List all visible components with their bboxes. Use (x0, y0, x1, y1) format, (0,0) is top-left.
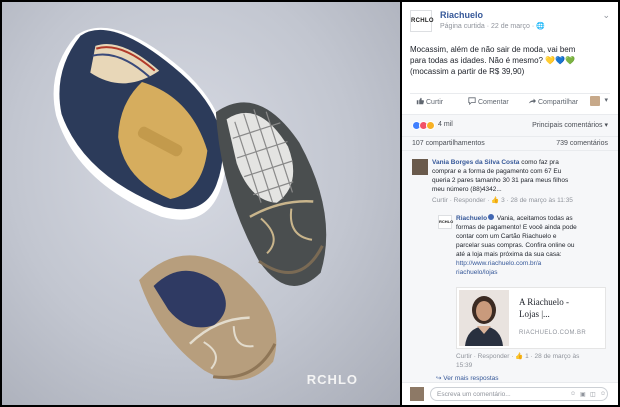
brand-watermark: RCHLO (306, 372, 358, 387)
post-header: RCHLO Riachuelo Página curtida · 22 de m… (410, 10, 610, 36)
comment-composer: ☺ ▣ ◫ ☺ (402, 382, 618, 405)
post-text-line: Mocassim, além de não sair de moda, vai … (410, 45, 576, 54)
post-text-line: (mocassim a partir de R$ 39,90) (410, 67, 525, 76)
share-as-avatar[interactable] (590, 96, 600, 106)
reply-url-link[interactable]: http://www.riachuelo.com.br/a (456, 259, 612, 268)
reply-page-avatar[interactable]: RCHLO (438, 215, 453, 229)
comment-button[interactable]: Comentar (468, 97, 509, 106)
preview-domain: RIACHUELO.COM.BR (519, 330, 587, 336)
comment-bubble-icon (468, 97, 476, 105)
shoes-illustration (53, 27, 327, 381)
post-photo[interactable]: RCHLO (2, 2, 400, 405)
reply-text-line: contar com um Cartão Riachuelo e (456, 233, 557, 240)
reply-url-link-cont[interactable]: riachuelo/lojas (456, 268, 612, 277)
post-meta: Página curtida · 22 de março · 🌐 (440, 23, 545, 30)
comment-text-line: meu número (88)4342... (432, 186, 502, 193)
comment-text-line: como faz pra (521, 159, 559, 166)
reply-text-line: até a loja mais próxima da sua casa: (456, 251, 562, 258)
post-menu-chevron-icon[interactable]: ⌄ (602, 10, 610, 21)
reply-body: Riachuelo Vania, aceitamos todas as form… (456, 214, 612, 277)
verified-badge-icon (488, 214, 495, 220)
comment-meta[interactable]: Curtir · Responder · 👍 3 · 28 de março à… (432, 196, 573, 204)
more-replies-link[interactable]: ↪ Ver mais respostas (436, 374, 499, 382)
post-text-line: para todas as idades. Não é mesmo? 💛💙💚 (410, 56, 576, 65)
hearts-emoji: 💛💙💚 (545, 56, 576, 65)
page-name-link[interactable]: Riachuelo (440, 10, 483, 20)
share-button[interactable]: Compartilhar (528, 97, 578, 106)
comment-body: Vania Borges da Silva Costa como faz pra… (432, 158, 610, 194)
thumbs-up-icon (416, 97, 424, 105)
shares-count-link[interactable]: 107 compartilhamentos (412, 140, 485, 147)
post-sidebar: RCHLO Riachuelo Página curtida · 22 de m… (402, 2, 618, 405)
link-preview-card[interactable]: A Riachuelo - Lojas |... RIACHUELO.COM.B… (456, 287, 606, 349)
engagement-counts: 107 compartilhamentos 739 comentários (402, 136, 618, 150)
camera-icon[interactable]: ▣ (580, 391, 586, 398)
sticker-icon[interactable]: ☺ (600, 391, 606, 397)
page-reply: RCHLO Riachuelo Vania, aceitamos todas a… (432, 209, 612, 382)
reply-text-line: Vania, aceitamos todas as (496, 215, 573, 222)
reply-text-line: parcelar suas compras. Confira online ou (456, 242, 575, 249)
comment-text-line: queria 2 pares tamanho 30 31 para meus f… (432, 177, 569, 184)
post-text: Mocassim, além de não sair de moda, vai … (410, 44, 606, 77)
share-arrow-icon (528, 98, 536, 104)
comments-count-link[interactable]: 739 comentários (556, 140, 608, 147)
person-photo-icon (459, 290, 509, 346)
emoji-icon[interactable]: ☺ (570, 391, 576, 397)
reactions-bar: 4 mil Principais comentários ▾ (402, 114, 618, 136)
reply-author-link[interactable]: Riachuelo (456, 215, 487, 222)
comment-text-line: comprar e a forma de pagamento com 67 Eu (432, 168, 562, 175)
reply-meta[interactable]: Curtir · Responder · 👍 1 · 28 de março à… (456, 352, 579, 370)
page-avatar[interactable]: RCHLO (410, 10, 434, 32)
wow-reaction-icon[interactable] (426, 121, 435, 130)
comments-section: Vania Borges da Silva Costa como faz pra… (402, 150, 618, 382)
like-button[interactable]: Curtir (416, 97, 443, 106)
reply-text-line: formas de pagamento! E você ainda pode (456, 224, 577, 231)
gif-icon[interactable]: ◫ (590, 391, 596, 398)
comment-author-link[interactable]: Vania Borges da Silva Costa (432, 159, 519, 166)
comment-sort-dropdown[interactable]: Principais comentários ▾ (532, 121, 608, 129)
preview-thumbnail (459, 290, 509, 346)
current-user-avatar (410, 387, 424, 401)
commenter-avatar[interactable] (412, 159, 428, 175)
share-as-chevron-icon[interactable]: ▾ (604, 96, 608, 104)
post-actions: Curtir Comentar Compartilhar ▾ (410, 93, 610, 109)
preview-title: A Riachuelo - Lojas |... (519, 297, 569, 319)
reaction-count[interactable]: 4 mil (438, 121, 453, 128)
